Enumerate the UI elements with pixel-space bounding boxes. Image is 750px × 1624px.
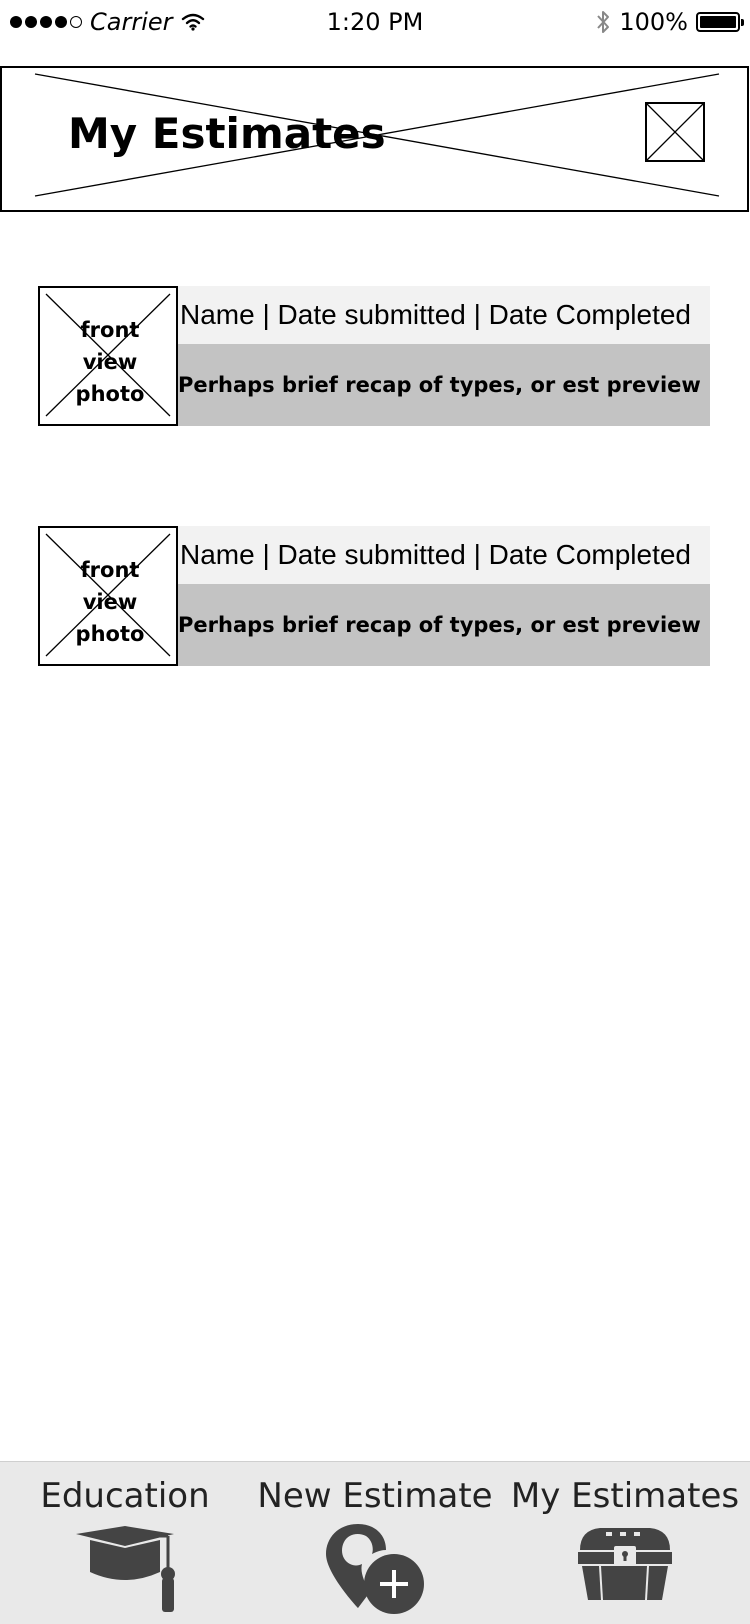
battery-icon bbox=[696, 12, 744, 32]
header-banner: My Estimates bbox=[0, 66, 749, 212]
photo-label-line: front bbox=[80, 318, 140, 342]
front-view-photo-placeholder: front view photo bbox=[38, 286, 178, 426]
image-placeholder-icon[interactable] bbox=[645, 102, 705, 162]
tab-education[interactable]: Education bbox=[0, 1462, 250, 1624]
photo-label-line: view bbox=[82, 350, 138, 374]
estimate-title: Name | Date submitted | Date Completed bbox=[180, 299, 691, 330]
photo-label-line: view bbox=[82, 590, 138, 614]
estimate-preview-bar: Perhaps brief recap of types, or est pre… bbox=[178, 584, 710, 666]
tab-my-estimates[interactable]: My Estimates bbox=[500, 1462, 750, 1624]
status-right: 100% bbox=[595, 8, 744, 36]
estimate-title: Name | Date submitted | Date Completed bbox=[180, 539, 691, 570]
estimate-preview: Perhaps brief recap of types, or est pre… bbox=[178, 613, 701, 637]
estimate-preview: Perhaps brief recap of types, or est pre… bbox=[178, 373, 701, 397]
estimate-card[interactable]: front view photo Name | Date submitted |… bbox=[38, 526, 710, 666]
photo-label-line: front bbox=[80, 558, 140, 582]
estimate-title-bar: Name | Date submitted | Date Completed bbox=[178, 526, 710, 584]
estimate-card[interactable]: front view photo Name | Date submitted |… bbox=[38, 286, 710, 426]
photo-label-line: photo bbox=[75, 622, 145, 646]
battery-percent: 100% bbox=[619, 8, 688, 36]
tab-label: My Estimates bbox=[510, 1476, 740, 1516]
tab-bar: Education New Estimate My Estimates bbox=[0, 1461, 750, 1624]
graduation-cap-icon bbox=[76, 1526, 175, 1612]
battery-level-fill bbox=[700, 16, 736, 28]
status-bar: Carrier 1:20 PM 100% bbox=[0, 0, 750, 46]
tab-new-estimate[interactable]: New Estimate bbox=[250, 1462, 500, 1624]
estimate-title-bar: Name | Date submitted | Date Completed bbox=[178, 286, 710, 344]
bluetooth-icon bbox=[597, 11, 610, 33]
photo-label: front view photo bbox=[40, 554, 180, 650]
treasure-chest-icon bbox=[578, 1528, 672, 1601]
page-title: My Estimates bbox=[68, 109, 386, 158]
app-screen: Carrier 1:20 PM 100% My Estimates front … bbox=[0, 0, 750, 1624]
estimate-preview-bar: Perhaps brief recap of types, or est pre… bbox=[178, 344, 710, 426]
tab-label: New Estimate bbox=[257, 1476, 493, 1516]
photo-label: front view photo bbox=[40, 314, 180, 410]
location-pin-add-icon bbox=[326, 1524, 424, 1614]
front-view-photo-placeholder: front view photo bbox=[38, 526, 178, 666]
photo-label-line: photo bbox=[75, 382, 145, 406]
tab-label: Education bbox=[40, 1476, 210, 1516]
